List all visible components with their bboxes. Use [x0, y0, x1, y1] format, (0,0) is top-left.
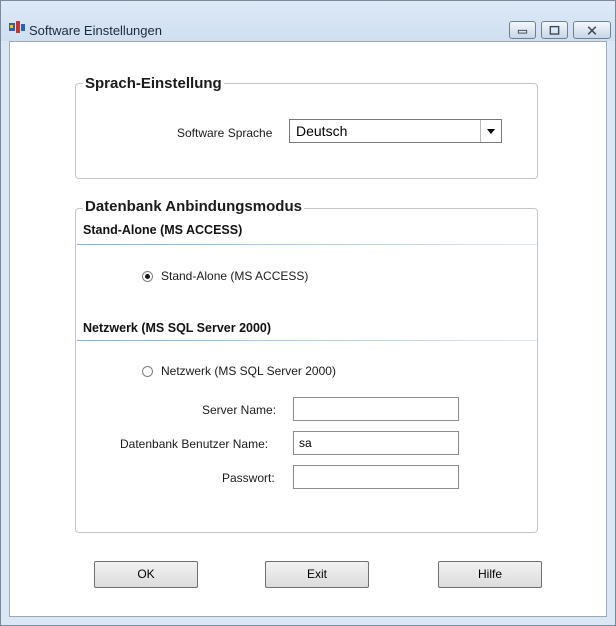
help-button[interactable]: Hilfe — [438, 561, 542, 588]
maximize-icon — [549, 25, 560, 35]
minimize-icon — [517, 29, 528, 34]
db-user-name-label: Datenbank Benutzer Name: — [120, 437, 269, 451]
db-user-name-value: sa — [299, 436, 312, 450]
standalone-radio[interactable] — [142, 271, 153, 282]
close-icon — [587, 26, 597, 35]
maximize-button[interactable] — [541, 21, 568, 39]
network-section-header: Netzwerk (MS SQL Server 2000) — [83, 321, 272, 335]
language-select[interactable]: Deutsch — [289, 119, 502, 143]
language-select-value: Deutsch — [296, 123, 348, 139]
network-radio[interactable] — [142, 366, 153, 377]
database-group-title: Datenbank Anbindungsmodus — [83, 198, 304, 215]
software-language-label: Software Sprache — [177, 126, 273, 140]
standalone-section-header: Stand-Alone (MS ACCESS) — [83, 223, 243, 237]
standalone-radio-label[interactable]: Stand-Alone (MS ACCESS) — [161, 269, 308, 283]
password-input[interactable] — [293, 465, 459, 489]
ok-button[interactable]: OK — [94, 561, 198, 588]
server-name-input[interactable] — [293, 397, 459, 421]
settings-window: Software Einstellungen Sprach-Einstellun… — [0, 0, 616, 626]
password-label: Passwort: — [222, 471, 275, 485]
window-title: Software Einstellungen — [29, 23, 162, 38]
chevron-down-icon[interactable] — [480, 120, 501, 142]
app-icon — [9, 21, 25, 33]
language-group-title: Sprach-Einstellung — [83, 75, 224, 92]
client-area: Sprach-Einstellung Software Sprache Deut… — [9, 41, 607, 617]
title-bar[interactable]: Software Einstellungen — [1, 1, 615, 41]
server-name-label: Server Name: — [202, 403, 277, 417]
db-user-name-input[interactable]: sa — [293, 431, 459, 455]
network-radio-label[interactable]: Netzwerk (MS SQL Server 2000) — [161, 364, 336, 378]
standalone-section-divider — [77, 244, 537, 245]
network-section-divider — [77, 340, 537, 341]
close-button[interactable] — [573, 21, 611, 39]
minimize-button[interactable] — [509, 21, 536, 39]
exit-button[interactable]: Exit — [265, 561, 369, 588]
